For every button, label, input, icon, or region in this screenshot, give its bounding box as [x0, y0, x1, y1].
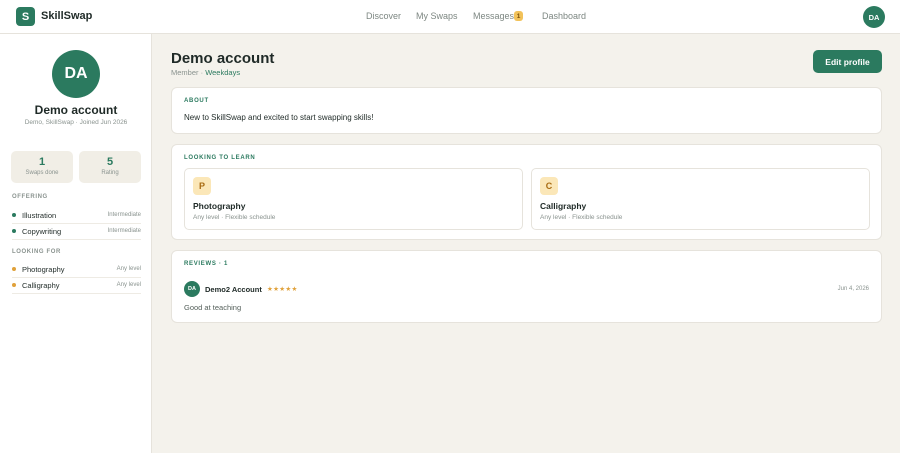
availability: Weekdays — [205, 68, 241, 77]
stat-label: Rating — [101, 170, 119, 176]
member-role: Member — [171, 68, 199, 77]
about-text: New to SkillSwap and excited to start sw… — [184, 113, 374, 122]
learn-skill-name: Photography — [193, 201, 246, 211]
learn-item[interactable]: P Photography Any level · Flexible sched… — [184, 168, 523, 230]
nav-messages[interactable]: Messages — [473, 11, 514, 21]
learn-skill-name: Calligraphy — [540, 201, 587, 211]
skill-name: Photography — [22, 265, 65, 274]
nav-discover[interactable]: Discover — [366, 11, 401, 21]
skill-name: Illustration — [22, 211, 57, 220]
learn-item[interactable]: C Calligraphy Any level · Flexible sched… — [531, 168, 870, 230]
learn-skill-meta: Any level · Flexible schedule — [540, 214, 623, 221]
bullet-dot-icon — [12, 283, 16, 287]
review-date: Jun 4, 2026 — [837, 286, 869, 292]
profile-meta: Demo, SkillSwap · Joined Jun 2026 — [24, 119, 128, 126]
skill-level: Intermediate — [107, 212, 141, 218]
edit-profile-button[interactable]: Edit profile — [813, 50, 882, 73]
learn-skill-meta: Any level · Flexible schedule — [193, 214, 276, 221]
bullet-dot-icon — [12, 267, 16, 271]
nav-my-swaps[interactable]: My Swaps — [416, 11, 458, 21]
skill-level: Any level — [116, 266, 141, 272]
messages-count-badge: 1 — [514, 11, 523, 21]
offering-item[interactable]: Illustration Intermediate — [12, 208, 141, 224]
looking-item[interactable]: Photography Any level — [12, 262, 141, 278]
stat-rating: 5 Rating — [79, 151, 141, 183]
page-subtitle: Member · Weekdays — [171, 68, 241, 77]
offering-item[interactable]: Copywriting Intermediate — [12, 224, 141, 240]
stat-swaps-done: 1 Swaps done — [11, 151, 73, 183]
page-title: Demo account — [171, 50, 275, 67]
bullet-dot-icon — [12, 213, 16, 217]
stat-label: Swaps done — [25, 170, 59, 176]
skill-letter-icon: P — [193, 177, 211, 195]
logo-icon[interactable]: S — [16, 7, 35, 26]
review-text: Good at teaching — [184, 303, 242, 312]
reviews-card: REVIEWS · 1 DA Demo2 Account ★★★★★ Jun 4… — [171, 250, 882, 323]
top-navbar: S SkillSwap Discover My Swaps Messages 1… — [0, 0, 900, 34]
looking-item[interactable]: Calligraphy Any level — [12, 278, 141, 294]
profile-sidebar: DA Demo account Demo, SkillSwap · Joined… — [0, 34, 152, 453]
reviewer-name[interactable]: Demo2 Account — [205, 285, 262, 294]
stat-value: 5 — [106, 156, 114, 168]
skill-name: Calligraphy — [22, 281, 60, 290]
skill-level: Any level — [116, 282, 141, 288]
looking-for-heading: LOOKING FOR — [12, 249, 61, 255]
about-heading: ABOUT — [184, 98, 209, 104]
profile-avatar: DA — [52, 50, 100, 98]
reviews-heading: REVIEWS · 1 — [184, 261, 229, 267]
skill-name: Copywriting — [22, 227, 62, 236]
user-avatar[interactable]: DA — [863, 6, 885, 28]
bullet-dot-icon — [12, 229, 16, 233]
offering-heading: OFFERING — [12, 194, 48, 200]
learn-heading: LOOKING TO LEARN — [184, 155, 256, 161]
reviewer-avatar[interactable]: DA — [184, 281, 200, 297]
about-card: ABOUT New to SkillSwap and excited to st… — [171, 87, 882, 134]
brand-name[interactable]: SkillSwap — [41, 10, 92, 22]
learn-card: LOOKING TO LEARN P Photography Any level… — [171, 144, 882, 240]
profile-name: Demo account — [34, 103, 118, 117]
nav-dashboard[interactable]: Dashboard — [542, 11, 586, 21]
skill-letter-icon: C — [540, 177, 558, 195]
skill-level: Intermediate — [107, 228, 141, 234]
star-rating-icon: ★★★★★ — [267, 286, 298, 293]
stat-value: 1 — [38, 156, 46, 168]
